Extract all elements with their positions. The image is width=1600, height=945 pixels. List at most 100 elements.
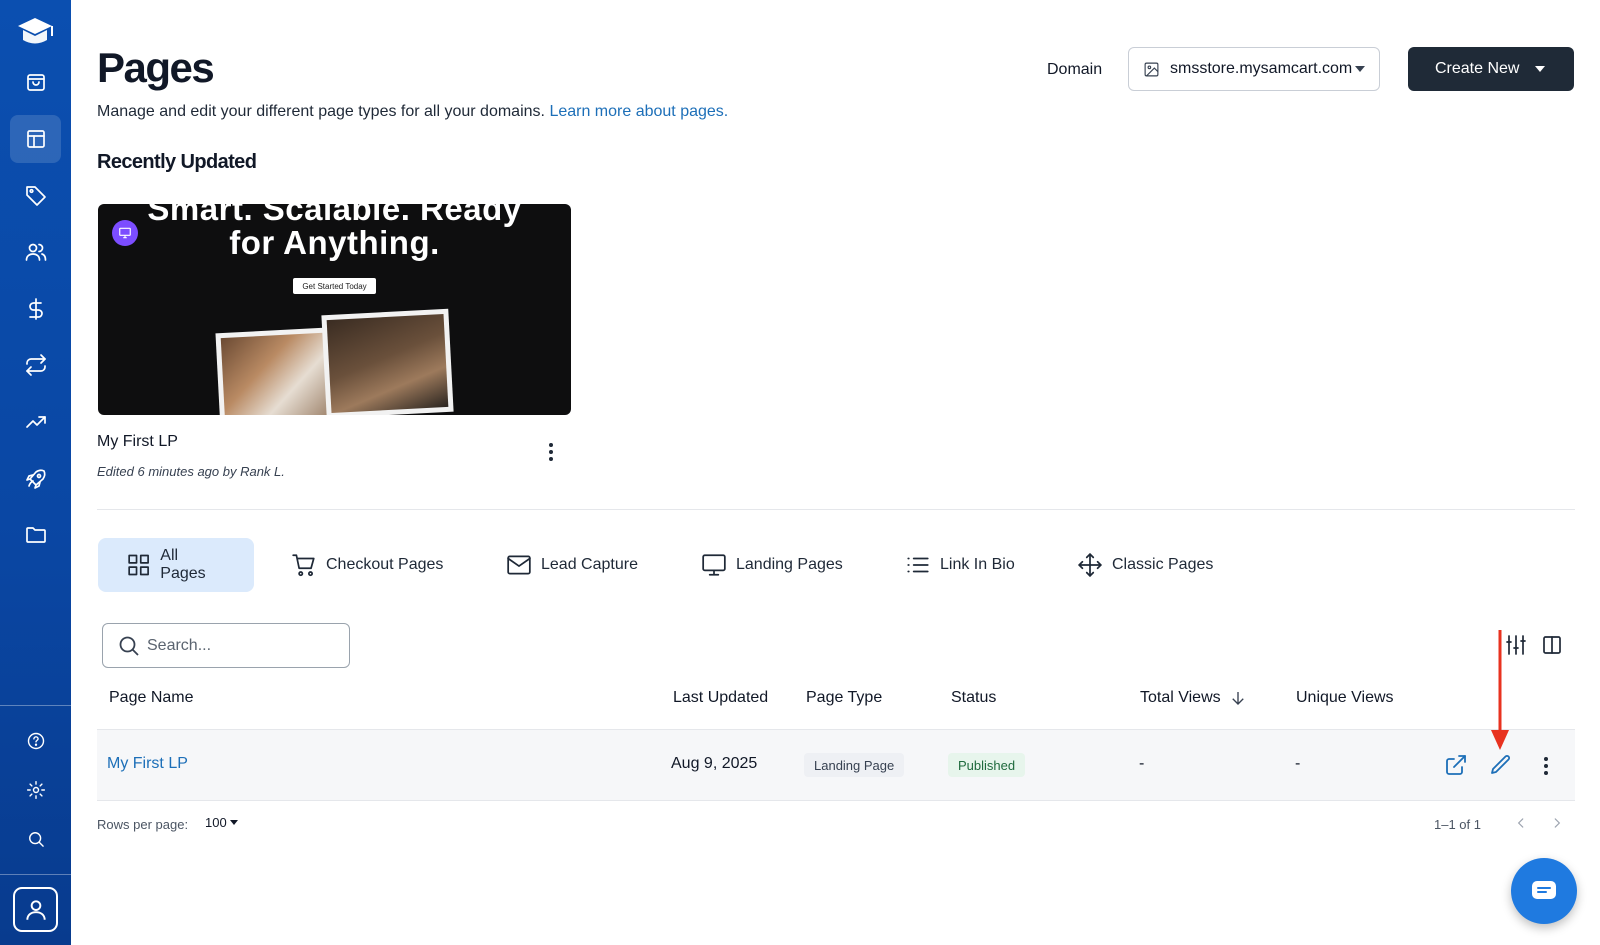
search-input[interactable] xyxy=(147,636,327,655)
rocket-icon xyxy=(25,469,46,489)
tab-label: All Pages xyxy=(160,547,206,582)
row-unique-views: - xyxy=(1295,755,1301,772)
col-page-name[interactable]: Page Name xyxy=(109,689,194,707)
tab-label: Landing Pages xyxy=(736,556,843,573)
tab-link-in-bio[interactable]: Link In Bio xyxy=(905,538,1015,592)
trending-up-icon xyxy=(25,416,46,428)
users-icon xyxy=(25,243,46,261)
tab-lead-capture[interactable]: Lead Capture xyxy=(506,538,638,592)
account-avatar[interactable] xyxy=(13,887,58,932)
samcart-logo[interactable] xyxy=(14,14,56,50)
col-page-type[interactable]: Page Type xyxy=(806,689,882,707)
sidebar-divider xyxy=(0,874,71,875)
sidebar-item-orders[interactable] xyxy=(10,285,61,333)
recent-card-meta: Edited 6 minutes ago by Rank L. xyxy=(97,464,285,479)
external-link-icon[interactable] xyxy=(1444,753,1468,777)
desktop-badge-icon xyxy=(112,220,138,246)
col-last-updated[interactable]: Last Updated xyxy=(673,689,768,707)
sidebar-divider xyxy=(0,705,71,706)
col-total-views[interactable]: Total Views xyxy=(1140,689,1247,707)
card-more-icon[interactable] xyxy=(541,440,561,464)
grid-icon xyxy=(128,554,149,576)
sidebar-item-help[interactable] xyxy=(10,717,61,765)
tab-label: Checkout Pages xyxy=(326,556,444,573)
tab-all-pages[interactable]: All Pages xyxy=(98,538,254,592)
search-icon xyxy=(28,832,44,847)
tab-classic-pages[interactable]: Classic Pages xyxy=(1077,538,1213,592)
thumb-headline-2: for Anything. xyxy=(229,224,440,261)
image-icon xyxy=(1144,62,1159,76)
row-page-type-badge: Landing Page xyxy=(804,753,905,777)
chevron-right-icon xyxy=(1554,818,1561,828)
chevron-down-icon xyxy=(1535,66,1546,72)
domain-select[interactable]: smsstore.mysamcart.com xyxy=(1128,47,1380,91)
arrow-down-icon xyxy=(1231,692,1244,705)
chevron-down-icon xyxy=(1355,66,1365,72)
rows-per-page-select[interactable]: 100 xyxy=(205,815,238,830)
sidebar-item-files[interactable] xyxy=(10,511,61,559)
recent-card-name[interactable]: My First LP xyxy=(97,433,178,451)
search-box xyxy=(102,623,350,668)
search-icon xyxy=(119,636,139,656)
page-preview-thumbnail[interactable]: Smart. Scalable. Ready for Anything. Get… xyxy=(98,204,571,415)
tag-icon xyxy=(25,186,46,206)
repeat-icon xyxy=(25,354,46,376)
list-icon xyxy=(907,557,929,573)
chevron-down-icon xyxy=(229,820,238,825)
sidebar-item-coupons[interactable] xyxy=(10,171,61,219)
move-icon xyxy=(1078,553,1102,577)
chevron-left-icon xyxy=(1517,818,1524,828)
layout-icon xyxy=(26,130,45,148)
row-status-badge: Published xyxy=(948,753,1026,777)
row-last-updated: Aug 9, 2025 xyxy=(671,755,758,772)
row-total-views: - xyxy=(1139,755,1145,772)
sidebar xyxy=(0,0,71,945)
gear-icon xyxy=(26,780,45,800)
tab-label: Classic Pages xyxy=(1112,556,1214,573)
recently-updated-title: Recently Updated xyxy=(97,151,257,173)
page-subtitle: Manage and edit your different page type… xyxy=(97,103,728,121)
rows-per-page-value: 100 xyxy=(205,815,227,830)
chat-icon xyxy=(1532,881,1556,899)
chat-button[interactable] xyxy=(1511,858,1577,924)
row-page-name[interactable]: My First LP xyxy=(107,755,188,773)
annotation-arrow xyxy=(1491,630,1509,750)
col-total-views-label: Total Views xyxy=(1140,689,1221,706)
tab-label: Lead Capture xyxy=(541,556,638,573)
domain-value: smsstore.mysamcart.com xyxy=(1170,60,1353,77)
col-unique-views[interactable]: Unique Views xyxy=(1296,689,1394,707)
sidebar-item-products[interactable] xyxy=(10,58,61,106)
edit-icon[interactable] xyxy=(1489,753,1513,777)
rows-per-page-label: Rows per page: xyxy=(97,817,189,832)
sidebar-item-marketing[interactable] xyxy=(10,455,61,503)
tab-landing-pages[interactable]: Landing Pages xyxy=(701,538,843,592)
page-range: 1–1 of 1 xyxy=(1434,817,1481,832)
thumb-cta: Get Started Today xyxy=(293,278,376,294)
sidebar-item-settings[interactable] xyxy=(10,766,61,814)
next-page-button[interactable] xyxy=(1547,813,1567,833)
mail-icon xyxy=(507,555,531,575)
dollar-icon xyxy=(28,298,43,320)
columns-icon[interactable] xyxy=(1540,633,1564,657)
tab-label: Link In Bio xyxy=(940,556,1015,573)
thumb-photo xyxy=(321,308,454,415)
create-new-label: Create New xyxy=(1435,60,1520,77)
subtitle-text: Manage and edit your different page type… xyxy=(97,103,545,120)
tab-checkout-pages[interactable]: Checkout Pages xyxy=(291,538,443,592)
sidebar-item-pages[interactable] xyxy=(10,115,61,163)
sidebar-item-analytics[interactable] xyxy=(10,398,61,446)
col-status[interactable]: Status xyxy=(951,689,996,707)
bag-icon xyxy=(26,74,45,91)
monitor-icon xyxy=(702,554,726,576)
sidebar-item-customers[interactable] xyxy=(10,228,61,276)
prev-page-button[interactable] xyxy=(1511,813,1531,833)
row-more-icon[interactable] xyxy=(1536,754,1556,778)
sidebar-item-subscriptions[interactable] xyxy=(10,341,61,389)
help-icon xyxy=(27,732,44,750)
learn-more-link[interactable]: Learn more about pages. xyxy=(549,103,728,120)
user-icon xyxy=(25,899,46,920)
folder-icon xyxy=(25,527,46,543)
create-new-button[interactable]: Create New xyxy=(1408,47,1574,91)
sidebar-item-search[interactable] xyxy=(10,815,61,863)
divider xyxy=(97,509,1575,510)
